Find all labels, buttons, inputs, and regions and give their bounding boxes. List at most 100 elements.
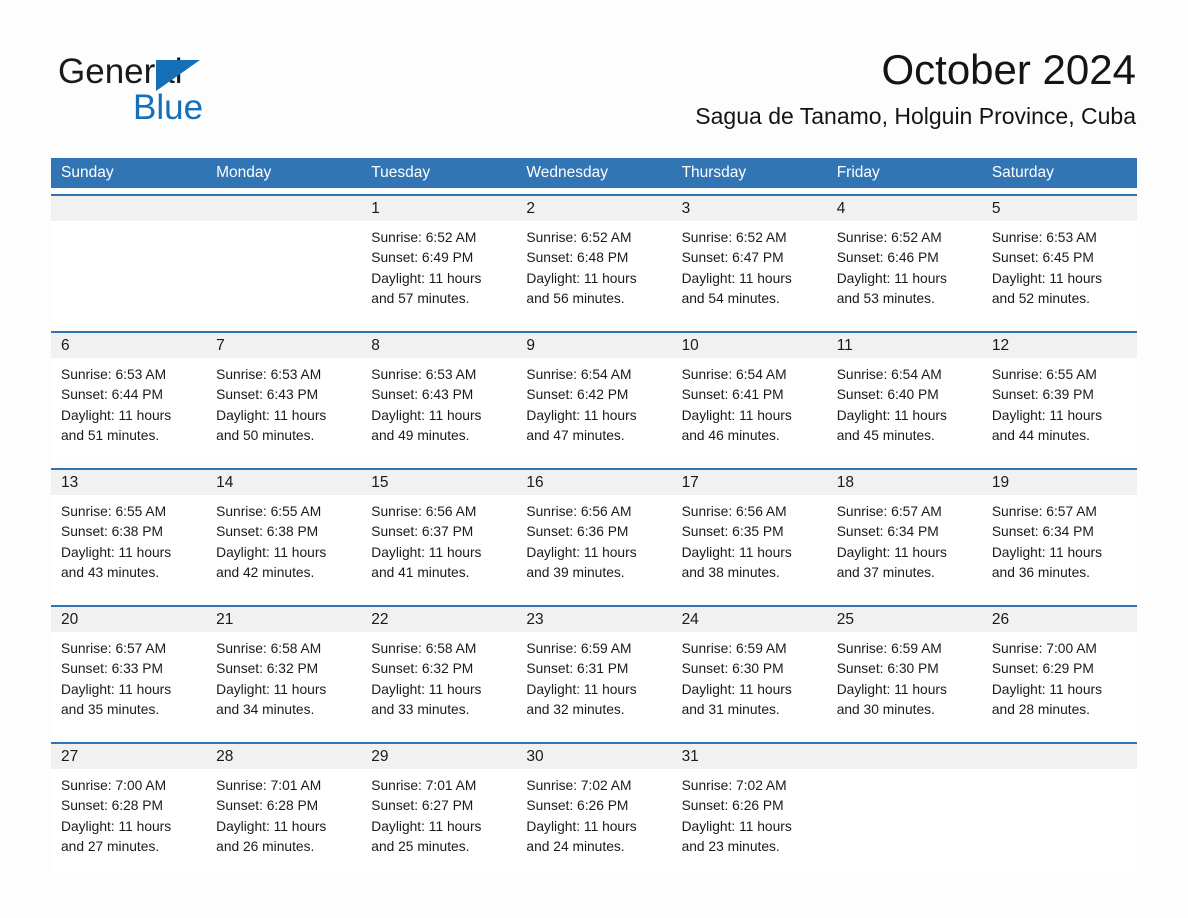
daylight-text-line1: Daylight: 11 hours [61, 407, 172, 423]
day-cell: Sunrise: 6:55 AM Sunset: 6:38 PM Dayligh… [206, 495, 361, 599]
day-number: 8 [371, 337, 380, 354]
sunset-text: Sunset: 6:38 PM [61, 524, 164, 540]
daylight-text-line1: Daylight: 11 hours [216, 681, 327, 697]
day-cell: Sunrise: 6:59 AM Sunset: 6:30 PM Dayligh… [672, 632, 827, 736]
calendar-grid: Sunday Monday Tuesday Wednesday Thursday… [51, 158, 1137, 873]
sunrise-text: Sunrise: 6:54 AM [836, 367, 942, 382]
week-number-band: 13 14 15 16 17 18 19 [51, 470, 1137, 495]
location-subtitle: Sagua de Tanamo, Holguin Province, Cuba [695, 103, 1136, 129]
day-number: 15 [371, 474, 389, 491]
day-cell: Sunrise: 6:52 AM Sunset: 6:47 PM Dayligh… [672, 221, 827, 325]
day-number [206, 196, 361, 221]
week-number-band: 6 7 8 9 10 11 12 [51, 333, 1137, 358]
daylight-text-line2: and 39 minutes. [526, 564, 625, 580]
day-cell: Sunrise: 6:56 AM Sunset: 6:36 PM Dayligh… [516, 495, 671, 599]
sunset-text: Sunset: 6:49 PM [371, 250, 474, 266]
day-cell: Sunrise: 6:57 AM Sunset: 6:34 PM Dayligh… [827, 495, 982, 599]
general-blue-logo[interactable]: General Blue [58, 52, 328, 128]
weekday-saturday: Saturday [991, 164, 1054, 181]
weekday-thursday: Thursday [681, 164, 747, 181]
daylight-text-line1: Daylight: 11 hours [371, 270, 482, 286]
sunset-text: Sunset: 6:43 PM [216, 387, 319, 403]
day-cell: Sunrise: 6:55 AM Sunset: 6:39 PM Dayligh… [982, 358, 1137, 462]
daylight-text-line2: and 32 minutes. [526, 701, 625, 717]
daylight-text-line1: Daylight: 11 hours [371, 681, 482, 697]
day-number: 29 [371, 748, 389, 765]
daylight-text-line2: and 36 minutes. [991, 564, 1091, 580]
day-cell: Sunrise: 6:52 AM Sunset: 6:49 PM Dayligh… [361, 221, 516, 325]
day-number: 26 [991, 611, 1010, 628]
daylight-text-line1: Daylight: 11 hours [61, 544, 172, 560]
daylight-text-line2: and 44 minutes. [991, 427, 1091, 443]
daylight-text-line2: and 57 minutes. [371, 290, 470, 306]
day-number: 14 [216, 474, 234, 491]
daylight-text-line2: and 35 minutes. [61, 701, 160, 717]
sunrise-text: Sunrise: 6:53 AM [61, 367, 167, 382]
daylight-text-line2: and 28 minutes. [991, 701, 1091, 717]
blue-triangle-icon [156, 60, 200, 91]
daylight-text-line2: and 49 minutes. [371, 427, 470, 443]
title-block: October 2024 Sagua de Tanamo, Holguin Pr… [695, 44, 1136, 130]
sunset-text: Sunset: 6:43 PM [371, 387, 474, 403]
daylight-text-line2: and 31 minutes. [681, 701, 780, 717]
day-number: 12 [991, 337, 1010, 354]
calendar-page: General Blue October 2024 Sagua de Tanam… [0, 0, 1188, 918]
day-cell: Sunrise: 6:52 AM Sunset: 6:46 PM Dayligh… [827, 221, 982, 325]
sunset-text: Sunset: 6:39 PM [991, 387, 1094, 403]
sunset-text: Sunset: 6:36 PM [526, 524, 629, 540]
daylight-text-line2: and 53 minutes. [836, 290, 935, 306]
daylight-text-line1: Daylight: 11 hours [61, 818, 172, 834]
sunrise-text: Sunrise: 7:01 AM [216, 778, 322, 793]
day-number: 4 [836, 200, 846, 217]
sunset-text: Sunset: 6:34 PM [836, 524, 939, 540]
day-cell: Sunrise: 6:59 AM Sunset: 6:31 PM Dayligh… [516, 632, 671, 736]
sunrise-text: Sunrise: 6:58 AM [371, 641, 477, 656]
page-header: General Blue October 2024 Sagua de Tanam… [52, 44, 1136, 148]
sunrise-text: Sunrise: 6:57 AM [991, 504, 1097, 519]
day-number: 27 [61, 748, 79, 765]
sunrise-text: Sunrise: 6:52 AM [681, 230, 787, 245]
day-cell: Sunrise: 7:00 AM Sunset: 6:29 PM Dayligh… [982, 632, 1137, 736]
sunset-text: Sunset: 6:26 PM [526, 798, 629, 814]
daylight-text-line1: Daylight: 11 hours [526, 544, 637, 560]
daylight-text-line1: Daylight: 11 hours [991, 270, 1103, 286]
sunset-text: Sunset: 6:45 PM [991, 250, 1094, 266]
sunset-text: Sunset: 6:34 PM [991, 524, 1094, 540]
sunset-text: Sunset: 6:31 PM [526, 661, 629, 677]
day-number [827, 744, 982, 769]
daylight-text-line1: Daylight: 11 hours [991, 681, 1103, 697]
weekday-tuesday: Tuesday [371, 164, 431, 181]
daylight-text-line1: Daylight: 11 hours [836, 270, 947, 286]
sunrise-text: Sunrise: 6:57 AM [836, 504, 942, 519]
daylight-text-line1: Daylight: 11 hours [681, 270, 792, 286]
day-number: 21 [216, 611, 234, 628]
week-row: 6 7 8 9 10 11 12 Sunrise: 6:53 AM Sunset… [51, 331, 1137, 462]
sunrise-text: Sunrise: 6:58 AM [216, 641, 322, 656]
sunset-text: Sunset: 6:46 PM [836, 250, 939, 266]
day-cell [827, 769, 982, 873]
day-cell: Sunrise: 6:53 AM Sunset: 6:43 PM Dayligh… [206, 358, 361, 462]
sunrise-text: Sunrise: 6:55 AM [991, 367, 1097, 382]
sunset-text: Sunset: 6:28 PM [216, 798, 319, 814]
sunset-text: Sunset: 6:30 PM [836, 661, 939, 677]
week-number-band: 20 21 22 23 24 25 26 [51, 607, 1137, 632]
day-number: 25 [836, 611, 854, 628]
day-cell: Sunrise: 6:54 AM Sunset: 6:42 PM Dayligh… [516, 358, 671, 462]
sunset-text: Sunset: 6:47 PM [681, 250, 784, 266]
daylight-text-line2: and 56 minutes. [526, 290, 625, 306]
daylight-text-line1: Daylight: 11 hours [681, 544, 792, 560]
week-info-band: Sunrise: 6:52 AM Sunset: 6:49 PM Dayligh… [51, 221, 1137, 325]
day-cell: Sunrise: 6:53 AM Sunset: 6:43 PM Dayligh… [361, 358, 516, 462]
daylight-text-line2: and 24 minutes. [526, 838, 625, 854]
day-cell [206, 221, 361, 325]
day-cell [982, 769, 1137, 873]
sunrise-text: Sunrise: 6:52 AM [836, 230, 942, 245]
sunrise-text: Sunrise: 6:55 AM [61, 504, 167, 519]
daylight-text-line2: and 43 minutes. [61, 564, 160, 580]
week-info-band: Sunrise: 7:00 AM Sunset: 6:28 PM Dayligh… [51, 769, 1137, 873]
week-info-band: Sunrise: 6:53 AM Sunset: 6:44 PM Dayligh… [51, 358, 1137, 462]
day-cell: Sunrise: 6:53 AM Sunset: 6:45 PM Dayligh… [982, 221, 1137, 325]
week-row: 20 21 22 23 24 25 26 Sunrise: 6:57 AM Su… [51, 605, 1137, 736]
sunset-text: Sunset: 6:38 PM [216, 524, 319, 540]
daylight-text-line2: and 54 minutes. [681, 290, 780, 306]
